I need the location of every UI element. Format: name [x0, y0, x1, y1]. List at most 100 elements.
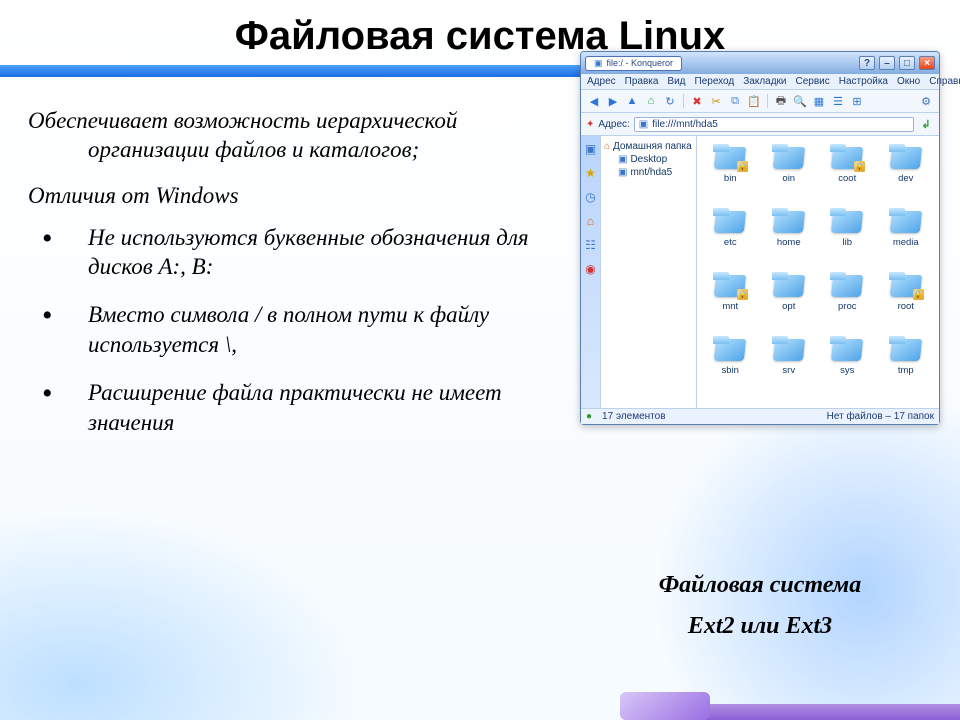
folder-label: sbin	[722, 365, 739, 376]
tree-item-label: mnt/hda5	[630, 167, 672, 178]
menu-tools[interactable]: Сервис	[796, 76, 830, 87]
folder-item[interactable]: home	[762, 208, 817, 266]
reload-icon[interactable]: ↻	[662, 93, 678, 109]
folder-item[interactable]: etc	[703, 208, 758, 266]
folder-item[interactable]: oin	[762, 144, 817, 202]
folder-item[interactable]: 🔒root	[879, 272, 934, 330]
folder-grid: 🔒binoin🔒cootdevetchomelibmedia🔒mntoptpro…	[697, 136, 939, 408]
file-manager-body: ▣ ★ ◷ ⌂ ☷ ◉ ⌂ Домашняя папка ▣ Desktop	[581, 136, 939, 408]
menu-edit[interactable]: Правка	[625, 76, 659, 87]
maximize-button[interactable]: □	[899, 56, 915, 70]
print-icon[interactable]: 🖶	[773, 93, 789, 109]
window-title-tab: ▣ file:/ - Konqueror	[585, 56, 682, 71]
folder-item[interactable]: sbin	[703, 336, 758, 394]
folder-icon	[713, 208, 747, 235]
folder-label: mnt	[722, 301, 738, 312]
bullet-item: Не используются буквенные обозначения дл…	[28, 223, 560, 283]
folder-item[interactable]: lib	[820, 208, 875, 266]
bullet-item: Вместо символа / в полном пути к файлу и…	[28, 300, 560, 360]
cut-icon[interactable]: ✂	[708, 93, 724, 109]
folder-item[interactable]: opt	[762, 272, 817, 330]
address-bookmark-icon[interactable]: ✦	[586, 119, 594, 130]
view-tree-icon[interactable]: ⊞	[849, 93, 865, 109]
folder-icon	[889, 144, 923, 171]
menu-settings[interactable]: Настройка	[839, 76, 888, 87]
folder-label: coot	[838, 173, 856, 184]
folder-icon: 🔒	[713, 272, 747, 299]
home-icon[interactable]: ⌂	[643, 93, 659, 109]
star-icon[interactable]: ★	[584, 166, 598, 180]
back-icon[interactable]: ◀	[586, 93, 602, 109]
network-icon[interactable]: ☷	[584, 238, 598, 252]
minimize-button[interactable]: –	[879, 56, 895, 70]
folder-item[interactable]: srv	[762, 336, 817, 394]
folder-icon: 🔒	[713, 144, 747, 171]
address-field[interactable]: ▣ file:///mnt/hda5	[634, 117, 914, 132]
folder-item[interactable]: tmp	[879, 336, 934, 394]
folder-label: srv	[782, 365, 795, 376]
folder-icon	[889, 336, 923, 363]
copy-icon[interactable]: ⧉	[727, 93, 743, 109]
menu-go[interactable]: Переход	[695, 76, 735, 87]
text-column: Обеспечивает возможность иерархической о…	[28, 107, 560, 647]
screenshot-column: ▣ file:/ - Konqueror ? – □ × Адрес Правк…	[570, 107, 950, 647]
folder-icon	[772, 336, 806, 363]
close-button[interactable]: ×	[919, 56, 935, 70]
folder-item[interactable]: proc	[820, 272, 875, 330]
folder-item[interactable]: dev	[879, 144, 934, 202]
folder-icon	[772, 144, 806, 171]
tree-item-hda5[interactable]: ▣ mnt/hda5	[604, 166, 693, 179]
separator	[767, 94, 768, 108]
up-icon[interactable]: ▲	[624, 93, 640, 109]
view-icons-icon[interactable]: ▦	[811, 93, 827, 109]
decorative-footer	[660, 704, 960, 720]
folder-icon	[713, 336, 747, 363]
folder-item[interactable]: media	[879, 208, 934, 266]
tree-item-label: Desktop	[630, 154, 667, 165]
folder-label: root	[898, 301, 914, 312]
caption-line1: Файловая система	[659, 565, 862, 606]
folder-icon	[830, 336, 864, 363]
stop-icon[interactable]: ✖	[689, 93, 705, 109]
separator	[683, 94, 684, 108]
folder-item[interactable]: 🔒bin	[703, 144, 758, 202]
gear-icon[interactable]: ⚙	[918, 93, 934, 109]
menu-view[interactable]: Вид	[667, 76, 685, 87]
bullet-list: Не используются буквенные обозначения дл…	[28, 223, 560, 438]
tree-root[interactable]: ⌂ Домашняя папка	[604, 140, 693, 153]
clock-icon[interactable]: ◷	[584, 190, 598, 204]
menu-address[interactable]: Адрес	[587, 76, 616, 87]
side-rail: ▣ ★ ◷ ⌂ ☷ ◉	[581, 136, 601, 408]
menu-help[interactable]: Справка	[929, 76, 960, 87]
folder-item[interactable]: 🔒mnt	[703, 272, 758, 330]
lock-icon: 🔒	[737, 289, 748, 300]
intro-line1: Обеспечивает возможность иерархической	[28, 108, 457, 133]
help-button[interactable]: ?	[859, 56, 875, 70]
folder-label: etc	[724, 237, 737, 248]
menu-bookmarks[interactable]: Закладки	[743, 76, 786, 87]
decorative-band	[0, 65, 580, 77]
lock-icon: 🔒	[913, 289, 924, 300]
tree-item-desktop[interactable]: ▣ Desktop	[604, 153, 693, 166]
file-manager-window: ▣ file:/ - Konqueror ? – □ × Адрес Правк…	[580, 51, 940, 425]
status-bar: ● 17 элементов Нет файлов – 17 папок	[581, 408, 939, 424]
caption-line2: Ext2 или Ext3	[659, 606, 862, 647]
window-title-text: file:/ - Konqueror	[607, 58, 674, 68]
view-list-icon[interactable]: ☰	[830, 93, 846, 109]
bullet-item: Расширение файла практически не имеет зн…	[28, 378, 560, 438]
folder-icon	[830, 272, 864, 299]
home-icon: ⌂	[604, 141, 610, 152]
folder-icon[interactable]: ▣	[584, 142, 598, 156]
home-icon[interactable]: ⌂	[584, 214, 598, 228]
address-label: Адрес:	[598, 119, 629, 130]
folder-label: oin	[782, 173, 795, 184]
folder-icon	[889, 208, 923, 235]
zoom-in-icon[interactable]: 🔍	[792, 93, 808, 109]
menu-window[interactable]: Окно	[897, 76, 920, 87]
paste-icon[interactable]: 📋	[746, 93, 762, 109]
root-icon[interactable]: ◉	[584, 262, 598, 276]
forward-icon[interactable]: ▶	[605, 93, 621, 109]
go-button[interactable]: ↲	[918, 116, 934, 132]
folder-item[interactable]: 🔒coot	[820, 144, 875, 202]
folder-item[interactable]: sys	[820, 336, 875, 394]
